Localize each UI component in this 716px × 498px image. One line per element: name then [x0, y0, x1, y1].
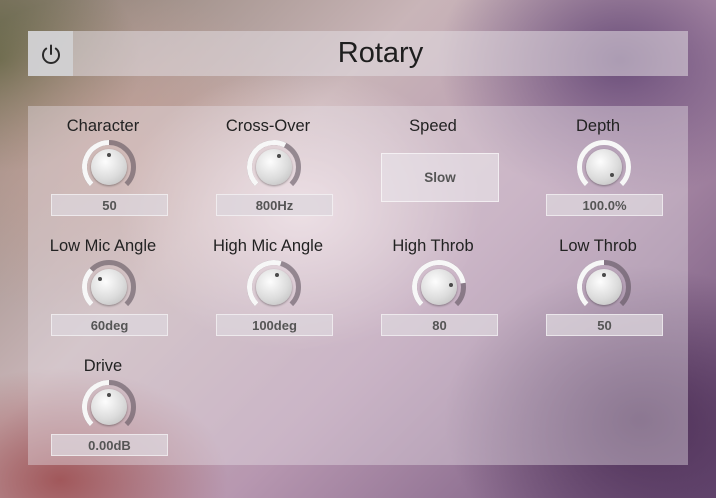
- power-icon: [41, 44, 60, 64]
- high-mic-angle-label: High Mic Angle: [212, 237, 324, 255]
- high-throb-value-field[interactable]: 80: [381, 314, 498, 336]
- character-control: Character 50: [28, 106, 178, 221]
- knob-cap: [586, 149, 622, 185]
- crossover-label: Cross-Over: [225, 117, 311, 135]
- high-mic-angle-knob[interactable]: [245, 258, 303, 316]
- drive-control: Drive 0.00dB: [28, 346, 178, 461]
- character-value-field[interactable]: 50: [51, 194, 168, 216]
- depth-control: Depth 100.0%: [523, 106, 673, 221]
- depth-knob[interactable]: [575, 138, 633, 196]
- speed-label: Speed: [409, 117, 457, 135]
- depth-value-field[interactable]: 100.0%: [546, 194, 663, 216]
- knob-indicator: [107, 153, 111, 157]
- high-mic-angle-value-field[interactable]: 100deg: [216, 314, 333, 336]
- knob-indicator: [602, 273, 606, 277]
- low-mic-angle-knob[interactable]: [80, 258, 138, 316]
- knob-cap: [256, 149, 292, 185]
- low-throb-control: Low Throb 50: [523, 226, 673, 341]
- low-mic-angle-control: Low Mic Angle 60deg: [28, 226, 178, 341]
- plugin-title: Rotary: [337, 37, 424, 69]
- speed-control: Speed Slow: [358, 106, 508, 221]
- low-throb-value-field[interactable]: 50: [546, 314, 663, 336]
- knob-indicator: [448, 283, 453, 288]
- character-knob[interactable]: [80, 138, 138, 196]
- knob-indicator: [107, 393, 111, 397]
- speed-button[interactable]: Slow: [381, 153, 499, 202]
- high-throb-label: High Throb: [392, 237, 474, 255]
- depth-label: Depth: [575, 117, 621, 135]
- drive-value-field[interactable]: 0.00dB: [51, 434, 168, 456]
- knob-cap: [91, 269, 127, 305]
- crossover-value-field[interactable]: 800Hz: [216, 194, 333, 216]
- crossover-control: Cross-Over 800Hz: [193, 106, 343, 221]
- low-throb-knob[interactable]: [575, 258, 633, 316]
- high-throb-knob[interactable]: [410, 258, 468, 316]
- header-bar: Rotary: [28, 31, 688, 76]
- knob-cap: [421, 269, 457, 305]
- drive-label: Drive: [83, 357, 123, 375]
- low-throb-label: Low Throb: [559, 237, 637, 255]
- crossover-knob[interactable]: [245, 138, 303, 196]
- high-mic-angle-control: High Mic Angle 100deg: [193, 226, 343, 341]
- high-throb-control: High Throb 80: [358, 226, 508, 341]
- controls-panel: Character 50 Cross-Over 800Hz Speed Slow…: [28, 106, 688, 465]
- low-mic-angle-label: Low Mic Angle: [49, 237, 157, 255]
- low-mic-angle-value-field[interactable]: 60deg: [51, 314, 168, 336]
- drive-knob[interactable]: [80, 378, 138, 436]
- knob-cap: [256, 269, 292, 305]
- power-button[interactable]: [28, 31, 73, 76]
- character-label: Character: [66, 117, 140, 135]
